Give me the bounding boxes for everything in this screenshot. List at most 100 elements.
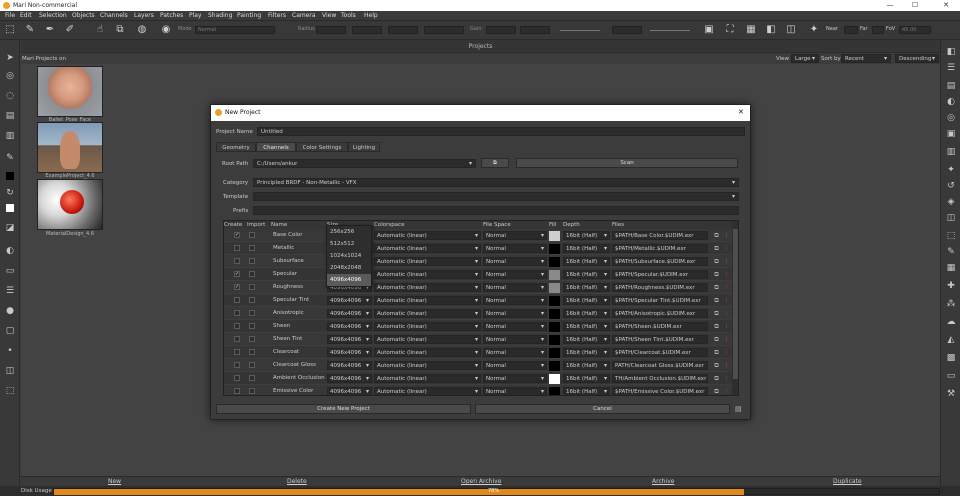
palette-dots-icon[interactable]: ⁂ [945, 298, 957, 310]
fill-color-swatch[interactable] [549, 322, 560, 332]
depth-select[interactable]: 16bit (Half) [563, 270, 610, 279]
size-select[interactable]: 4096x4096 [327, 361, 372, 370]
foreground-color-swatch[interactable] [6, 172, 14, 180]
import-checkbox[interactable] [249, 271, 255, 277]
prefix-input[interactable] [253, 206, 739, 215]
paint-buffer-icon[interactable]: ◐ [4, 245, 16, 257]
camera-view-icon[interactable]: ◫ [785, 24, 797, 36]
depth-select[interactable]: 16bit (Half) [563, 387, 610, 395]
palette-wrench-icon[interactable]: ⚒ [945, 388, 957, 400]
files-path-field[interactable]: $PATH/Anisotropic.$UDIM.exr [612, 309, 708, 318]
project-name-input[interactable]: Untitled [257, 127, 745, 136]
fill-icon[interactable]: ◍ [136, 24, 148, 36]
create-checkbox[interactable] [234, 245, 240, 251]
fov-field[interactable]: 45.00 [899, 26, 931, 34]
pen-icon[interactable]: ✒ [44, 24, 56, 36]
default-colors-icon[interactable]: ◪ [4, 222, 16, 234]
channel-name[interactable]: Roughness [273, 283, 329, 292]
palette-console-icon[interactable]: ▭ [945, 370, 957, 382]
size-select[interactable]: 4096x4096 [327, 322, 372, 331]
fill-color-swatch[interactable] [549, 348, 560, 358]
browse-file-icon[interactable]: ⧉ [713, 284, 720, 291]
import-checkbox[interactable] [249, 388, 255, 394]
files-path-field[interactable]: $PATH/Emissive Color.$UDIM.exr [612, 387, 708, 395]
crop-icon[interactable]: ⬚ [4, 385, 16, 397]
tab-color-settings[interactable]: Color Settings [296, 142, 348, 152]
channel-name[interactable]: Ambient Occlusion [273, 374, 329, 383]
lod-slider[interactable] [650, 30, 690, 31]
brush-icon[interactable]: ✎ [24, 24, 36, 36]
fill-color-swatch[interactable] [549, 387, 560, 395]
import-checkbox[interactable] [249, 232, 255, 238]
files-path-field[interactable]: $PATH/Roughness.$UDIM.exr [612, 283, 708, 292]
create-checkbox[interactable] [234, 349, 240, 355]
browse-file-icon[interactable]: ⧉ [713, 388, 720, 395]
view-tool-icon[interactable]: ◎ [4, 70, 16, 82]
remove-channel-icon[interactable]: ⁞ [723, 258, 730, 265]
depth-select[interactable]: 16bit (Half) [563, 283, 610, 292]
layer-icon[interactable]: ▭ [4, 265, 16, 277]
browse-file-icon[interactable]: ⧉ [713, 232, 720, 239]
radius-field[interactable] [316, 26, 346, 34]
channel-name[interactable]: Base Color [273, 231, 329, 240]
browse-file-icon[interactable]: ⧉ [713, 271, 720, 278]
palette-geometry-icon[interactable]: ◎ [945, 112, 957, 124]
archive-link[interactable]: Archive [652, 478, 674, 485]
grid-select-icon[interactable]: ⬚ [4, 24, 16, 36]
filespace-select[interactable]: Normal [483, 322, 547, 331]
create-checkbox[interactable] [234, 297, 240, 303]
eyedropper-icon[interactable]: ✎ [4, 152, 16, 164]
menu-patches[interactable]: Patches [160, 12, 183, 19]
airbrush-icon[interactable]: ✐ [64, 24, 76, 36]
import-checkbox[interactable] [249, 362, 255, 368]
palette-colors-icon[interactable]: ▩ [945, 352, 957, 364]
sort-by-select[interactable]: Recent [841, 54, 891, 63]
split-view-icon[interactable]: ◧ [765, 24, 777, 36]
fill-color-swatch[interactable] [549, 257, 560, 267]
tab-lighting[interactable]: Lighting [348, 142, 380, 152]
palette-snapshots-icon[interactable]: ◫ [945, 212, 957, 224]
project-thumbnail-example-project[interactable] [37, 122, 103, 173]
palette-cloud-icon[interactable]: ☁ [945, 316, 957, 328]
rotation-field[interactable] [424, 26, 464, 34]
files-path-field[interactable]: $PATH/Metallic.$UDIM.exr [612, 244, 708, 253]
colorspace-select[interactable]: Automatic (linear) [374, 270, 481, 279]
filespace-select[interactable]: Normal [483, 270, 547, 279]
create-checkbox[interactable] [234, 310, 240, 316]
remove-channel-icon[interactable]: ⁞ [723, 310, 730, 317]
palette-channels-icon[interactable]: ◧ [945, 46, 957, 58]
size-option[interactable]: 2048x2048 [327, 262, 371, 274]
depth-select[interactable]: 16bit (Half) [563, 231, 610, 240]
remove-channel-icon[interactable]: ⁞ [723, 323, 730, 330]
exposure-field[interactable] [612, 26, 642, 34]
browse-file-icon[interactable]: ⧉ [713, 362, 720, 369]
depth-select[interactable]: 16bit (Half) [563, 374, 610, 383]
depth-select[interactable]: 16bit (Half) [563, 244, 610, 253]
table-scrollbar[interactable] [732, 221, 738, 395]
filespace-select[interactable]: Normal [483, 348, 547, 357]
menu-filters[interactable]: Filters [268, 12, 286, 19]
palette-image-icon[interactable]: ▣ [945, 128, 957, 140]
palette-shape-icon[interactable]: ◭ [945, 334, 957, 346]
view-size-select[interactable]: Large [791, 54, 819, 63]
create-checkbox[interactable] [234, 258, 240, 264]
stack-icon[interactable]: ☰ [4, 285, 16, 297]
create-checkbox[interactable] [234, 323, 240, 329]
remove-channel-icon[interactable]: ⁞ [723, 284, 730, 291]
channel-name[interactable]: Sheen [273, 322, 329, 331]
import-checkbox[interactable] [249, 349, 255, 355]
tab-channels[interactable]: Channels [256, 142, 296, 152]
project-thumbnail-material-design[interactable] [37, 179, 103, 230]
fill-color-swatch[interactable] [549, 231, 560, 241]
channel-name[interactable]: Clearcoat [273, 348, 329, 357]
fill-color-swatch[interactable] [549, 270, 560, 280]
palette-patches-icon[interactable]: ◐ [945, 96, 957, 108]
project-name[interactable]: MaterialDesign_4.6 [30, 231, 110, 237]
browse-file-icon[interactable]: ⧉ [713, 310, 720, 317]
mode-select[interactable]: Normal [195, 26, 275, 34]
create-checkbox[interactable]: ✓ [234, 232, 240, 238]
template-select[interactable] [253, 192, 739, 201]
swap-colors-icon[interactable]: ↻ [4, 187, 16, 199]
fill-color-swatch[interactable] [549, 335, 560, 345]
remove-channel-icon[interactable]: ⁞ [723, 297, 730, 304]
